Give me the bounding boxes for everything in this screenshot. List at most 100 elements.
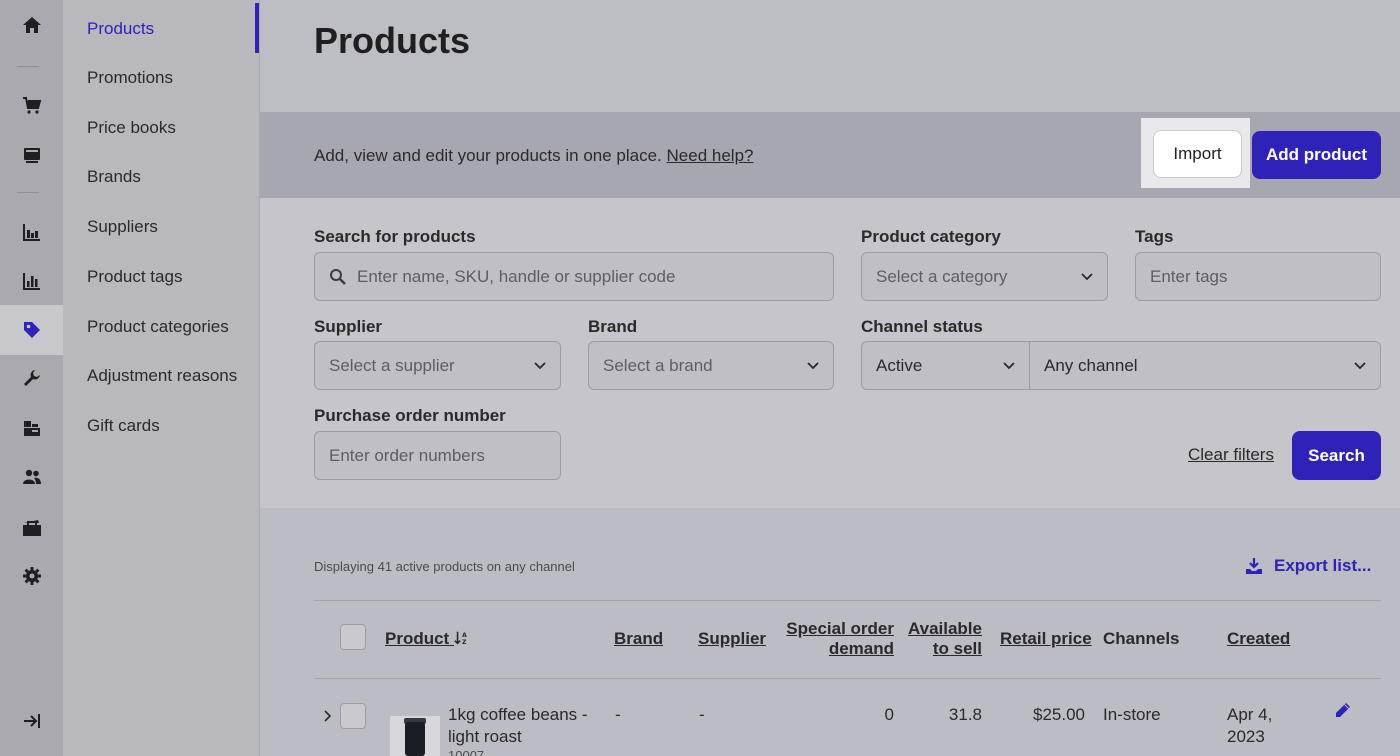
column-header-retail-price[interactable]: Retail price <box>1000 629 1092 649</box>
select-all-checkbox[interactable] <box>340 624 366 650</box>
import-button[interactable]: Import <box>1153 130 1242 178</box>
tag-icon[interactable] <box>0 305 63 355</box>
subnav-item-products[interactable]: Products <box>87 19 154 39</box>
column-header-special-order-demand[interactable]: Special order demand <box>780 619 894 659</box>
export-label: Export list... <box>1274 556 1372 575</box>
chevron-down-icon <box>1081 273 1093 281</box>
tags-label: Tags <box>1135 227 1174 246</box>
status-value: Active <box>876 355 923 375</box>
customers-icon[interactable] <box>0 452 63 502</box>
subnav-item-adjustment-reasons[interactable]: Adjustment reasons <box>87 366 237 386</box>
rail-divider <box>17 192 39 193</box>
supplier-placeholder: Select a supplier <box>329 355 455 375</box>
add-product-button[interactable]: Add product <box>1252 131 1381 179</box>
sort-alpha-icon: AZ <box>454 631 467 646</box>
subnav-item-product-tags[interactable]: Product tags <box>87 267 182 287</box>
subnav-item-price-books[interactable]: Price books <box>87 118 176 138</box>
available-header-line-1: Available <box>907 619 982 638</box>
expand-sidebar-icon[interactable] <box>0 696 63 746</box>
results-count: Displaying 41 active products on any cha… <box>314 559 575 574</box>
category-select[interactable]: Select a category <box>861 252 1108 301</box>
search-input[interactable]: Enter name, SKU, handle or supplier code <box>314 252 834 301</box>
subnav-item-gift-cards[interactable]: Gift cards <box>87 416 160 436</box>
column-header-available[interactable]: Available to sell <box>900 619 982 659</box>
download-icon <box>1246 558 1262 574</box>
gear-icon[interactable] <box>0 551 63 601</box>
category-label: Product category <box>861 227 1001 246</box>
reports-icon[interactable] <box>0 256 63 306</box>
supplier-select[interactable]: Select a supplier <box>314 341 561 390</box>
channel-value: Any channel <box>1044 355 1138 375</box>
icon-rail <box>0 0 63 756</box>
search-icon <box>330 268 346 285</box>
chevron-down-icon <box>807 362 819 370</box>
home-icon[interactable] <box>0 0 63 50</box>
search-button[interactable]: Search <box>1292 431 1381 480</box>
po-label: Purchase order number <box>314 406 506 425</box>
intro-text: Add, view and edit your products in one … <box>314 146 753 166</box>
results-section: Displaying 41 active products on any cha… <box>260 508 1400 756</box>
briefcase-icon[interactable] <box>0 503 63 553</box>
brand-label: Brand <box>588 317 638 336</box>
subnav-item-product-categories[interactable]: Product categories <box>87 317 229 337</box>
wrench-icon[interactable] <box>0 353 63 403</box>
product-channels: In-store <box>1103 705 1161 724</box>
created-line-1: Apr 4, <box>1227 705 1273 724</box>
brand-select[interactable]: Select a brand <box>588 341 834 390</box>
intro-banner: Add, view and edit your products in one … <box>260 112 1400 198</box>
product-thumbnail <box>390 716 440 756</box>
column-header-channels: Channels <box>1103 629 1180 648</box>
channel-status-label: Channel status <box>861 317 983 336</box>
column-header-brand[interactable]: Brand <box>614 629 663 649</box>
chevron-down-icon <box>1354 362 1366 370</box>
product-supplier: - <box>699 705 705 724</box>
channel-select[interactable]: Any channel <box>1029 341 1381 390</box>
retail-price: $25.00 <box>1033 705 1085 724</box>
available-to-sell: 31.8 <box>948 705 982 724</box>
product-name[interactable]: 1kg coffee beans - light roast 10007 <box>448 704 588 756</box>
rail-divider <box>17 66 39 67</box>
special-header-line-2: demand <box>828 639 894 658</box>
chevron-down-icon <box>1003 362 1015 370</box>
special-header-line-1: Special order <box>786 619 894 638</box>
created-line-2: 2023 <box>1227 727 1265 746</box>
register-icon[interactable] <box>0 130 63 180</box>
po-input[interactable]: Enter order numbers <box>314 431 561 480</box>
edit-pencil-icon[interactable] <box>1335 702 1351 718</box>
row-checkbox[interactable] <box>340 703 366 729</box>
subnav-item-promotions[interactable]: Promotions <box>87 68 173 88</box>
intro-description: Add, view and edit your products in one … <box>314 146 662 165</box>
product-brand: - <box>615 705 621 724</box>
product-name-line-2: light roast <box>448 727 522 746</box>
table-header-divider <box>314 678 1381 679</box>
status-select[interactable]: Active <box>861 341 1030 390</box>
subnav-item-suppliers[interactable]: Suppliers <box>87 217 158 237</box>
available-header-line-2: to sell <box>932 639 982 658</box>
column-header-supplier[interactable]: Supplier <box>698 629 766 649</box>
svg-text:A: A <box>462 632 467 639</box>
supplier-label: Supplier <box>314 317 383 336</box>
active-indicator <box>255 3 259 53</box>
need-help-link[interactable]: Need help? <box>667 146 754 165</box>
sales-chart-icon[interactable] <box>0 207 63 257</box>
product-sku: 10007 <box>448 748 485 756</box>
clear-filters-link[interactable]: Clear filters <box>1188 445 1274 465</box>
column-header-product[interactable]: Product AZ <box>385 629 470 649</box>
filters-panel: Search for products Enter name, SKU, han… <box>260 198 1400 508</box>
column-header-created[interactable]: Created <box>1227 629 1290 649</box>
svg-text:Z: Z <box>462 639 467 646</box>
table-top-divider <box>314 600 1381 601</box>
category-placeholder: Select a category <box>876 266 1008 286</box>
tags-placeholder: Enter tags <box>1150 266 1228 286</box>
tags-input[interactable]: Enter tags <box>1135 252 1381 301</box>
search-label: Search for products <box>314 227 476 246</box>
cart-icon[interactable] <box>0 80 63 130</box>
subnav-item-brands[interactable]: Brands <box>87 167 141 187</box>
export-list-button[interactable]: Export list... <box>1245 556 1371 576</box>
product-header-label: Product <box>385 629 450 648</box>
chevron-down-icon <box>534 362 546 370</box>
product-name-line-1: 1kg coffee beans - <box>448 705 588 724</box>
expand-row-chevron-icon[interactable] <box>322 709 334 723</box>
inventory-icon[interactable] <box>0 403 63 453</box>
search-placeholder: Enter name, SKU, handle or supplier code <box>357 266 676 286</box>
